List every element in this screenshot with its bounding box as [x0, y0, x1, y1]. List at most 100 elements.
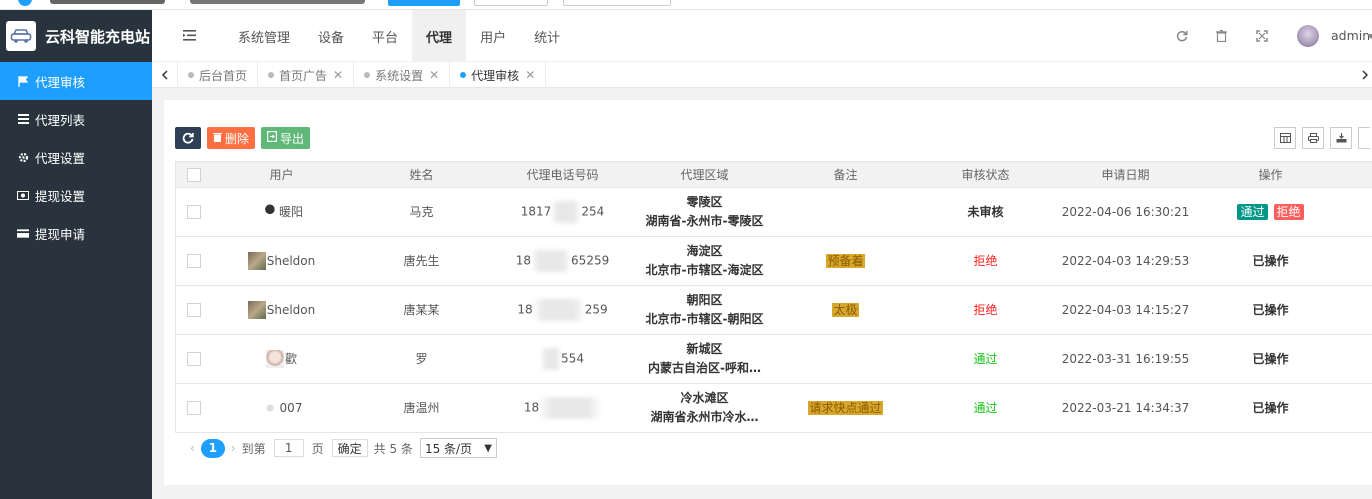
note-text: 请求快点通过: [808, 400, 883, 415]
tab-dashboard[interactable]: 后台首页: [178, 62, 259, 88]
region-district: 海淀区: [686, 244, 723, 258]
user-name: 007: [279, 400, 303, 415]
tab-label: 后台首页: [199, 68, 248, 83]
select-all-cell: [175, 161, 212, 188]
tab-dot-icon: [460, 72, 467, 78]
pagination: ‹ 1 › 到第 1 页 确定 共 5 条 15 条/页 ▼: [184, 438, 497, 458]
top-strip-button[interactable]: [388, 0, 460, 6]
row-checkbox[interactable]: [186, 401, 201, 415]
reject-button[interactable]: 拒绝: [1273, 203, 1304, 220]
column-header[interactable]: 申请日期: [1055, 161, 1196, 188]
table-row[interactable]: 007 唐温州 18 冷水滩区 湖南省永州市冷水… 请求快点通过 通过 2022-…: [175, 383, 1372, 433]
browser-top-strip: [0, 0, 1372, 10]
column-header[interactable]: 审核状态: [915, 161, 1056, 188]
avatar[interactable]: [1297, 25, 1319, 47]
goto-confirm-button[interactable]: 确定: [331, 439, 368, 457]
nav-agent[interactable]: 代理: [412, 10, 467, 62]
page-current[interactable]: 1: [200, 438, 225, 458]
status-cell: 未审核: [915, 187, 1056, 237]
row-checkbox[interactable]: [186, 352, 201, 366]
tabs-prev-button[interactable]: [152, 62, 178, 88]
row-select-cell: [175, 383, 212, 433]
fullscreen-icon[interactable]: [1256, 30, 1268, 46]
phone-cell: 18 65259: [491, 236, 634, 286]
nav-user[interactable]: 用户: [466, 10, 520, 62]
user-name: 歡: [284, 351, 297, 366]
sidebar-item-withdraw-settings[interactable]: 提现设置: [0, 176, 152, 214]
export-table-button[interactable]: [1330, 127, 1352, 149]
page-tabs: 后台首页 首页广告 ✕ 系统设置 ✕ 代理审核 ✕: [178, 62, 547, 88]
column-header[interactable]: 代理电话号码: [491, 161, 634, 188]
admin-username[interactable]: admin: [1331, 28, 1370, 43]
column-header[interactable]: 操作: [1195, 161, 1346, 188]
export-button[interactable]: 导出: [261, 127, 311, 149]
column-header[interactable]: 姓名: [351, 161, 492, 188]
content-card: 删除 导出 用户 姓名 代理电话号码 代理区域 备注 审核状态 申请日期 操作 …: [164, 100, 1372, 485]
trash-icon[interactable]: [1216, 30, 1227, 46]
nav-system[interactable]: 系统管理: [224, 10, 304, 62]
refresh-button[interactable]: [175, 127, 201, 149]
column-header[interactable]: 备注: [775, 161, 916, 188]
close-icon[interactable]: ✕: [525, 68, 535, 82]
card-icon: [17, 227, 29, 239]
print-button[interactable]: [1302, 127, 1324, 149]
status-badge: 拒绝: [973, 302, 998, 317]
sidebar: 云科智能充电站 代理审核 代理列表 代理设置 提现设置 提现申请: [0, 10, 152, 499]
table-row[interactable]: 暖阳 马克 1817 254 零陵区 湖南省-永州市-零陵区 未审核 2022-04…: [175, 187, 1372, 237]
column-header[interactable]: 代理区域: [633, 161, 776, 188]
tab-agent-review[interactable]: 代理审核 ✕: [450, 62, 547, 88]
table-row[interactable]: Sheldon 唐先生 18 65259 海淀区 北京市-市辖区-海淀区 预备着 拒…: [175, 236, 1372, 286]
tab-system-settings[interactable]: 系统设置 ✕: [354, 62, 451, 88]
top-strip-button[interactable]: [474, 0, 548, 6]
phone-prefix: 1817: [520, 204, 552, 219]
nav-device[interactable]: 设备: [304, 10, 358, 62]
phone-redaction: [539, 397, 602, 419]
action-cell: 已操作: [1195, 334, 1346, 384]
select-all-checkbox[interactable]: [186, 167, 201, 182]
columns-icon: [1279, 133, 1291, 143]
chevron-down-icon[interactable]: [1367, 34, 1372, 39]
tab-home-ads[interactable]: 首页广告 ✕: [258, 62, 355, 88]
delete-button[interactable]: 删除: [207, 127, 256, 149]
sidebar-item-agent-review[interactable]: 代理审核: [0, 62, 152, 100]
table-row[interactable]: Sheldon 唐某某 18 259 朝阳区 北京市-市辖区-朝阳区 太极 拒绝 2…: [175, 285, 1372, 335]
note-cell: 预备着: [775, 236, 916, 286]
status-cell: 通过: [915, 334, 1056, 384]
top-strip-button[interactable]: [563, 0, 671, 6]
tabs-next-button[interactable]: [1358, 62, 1372, 88]
row-select-cell: [175, 334, 212, 384]
nav-stats[interactable]: 统计: [520, 10, 574, 62]
close-icon[interactable]: ✕: [333, 68, 343, 82]
menu-toggle-icon[interactable]: [183, 30, 197, 45]
close-icon[interactable]: ✕: [429, 68, 439, 82]
sidebar-item-withdraw-requests[interactable]: 提现申请: [0, 214, 152, 252]
row-checkbox[interactable]: [186, 254, 201, 268]
region-cell: 新城区 内蒙古自治区-呼和…: [633, 334, 776, 384]
more-tools-button[interactable]: [1358, 127, 1370, 149]
row-checkbox[interactable]: [186, 303, 201, 317]
nav-platform[interactable]: 平台: [358, 10, 412, 62]
delete-label: 删除: [225, 131, 250, 146]
date-cell: 2022-04-03 14:29:53: [1055, 236, 1196, 286]
phone-redaction: [532, 299, 585, 321]
chevron-left-icon[interactable]: ‹: [190, 441, 195, 455]
approve-button[interactable]: 通过: [1237, 203, 1268, 220]
chevron-right-icon[interactable]: ›: [231, 441, 236, 455]
table-row[interactable]: 歡 罗 554 新城区 内蒙古自治区-呼和… 通过 2022-03-31 16:1…: [175, 334, 1372, 384]
refresh-icon[interactable]: [1176, 30, 1188, 46]
status-badge: 通过: [973, 400, 998, 415]
column-header[interactable]: 用户: [211, 161, 352, 188]
row-checkbox[interactable]: [186, 205, 201, 219]
sidebar-item-label: 提现设置: [35, 188, 86, 204]
goto-page-input[interactable]: 1: [273, 439, 304, 457]
action-cell: 已操作: [1195, 285, 1346, 335]
table-header-row: 用户 姓名 代理电话号码 代理区域 备注 审核状态 申请日期 操作: [175, 161, 1372, 188]
logo[interactable]: 云科智能充电站: [0, 10, 152, 62]
flag-icon: [17, 75, 29, 87]
columns-button[interactable]: [1274, 127, 1296, 149]
sidebar-item-agent-list[interactable]: 代理列表: [0, 100, 152, 138]
note-cell: [775, 334, 916, 384]
sidebar-item-agent-settings[interactable]: 代理设置: [0, 138, 152, 176]
agent-review-table: 用户 姓名 代理电话号码 代理区域 备注 审核状态 申请日期 操作 暖阳 马克 …: [175, 161, 1372, 433]
page-size-select[interactable]: 15 条/页 ▼: [419, 438, 497, 458]
